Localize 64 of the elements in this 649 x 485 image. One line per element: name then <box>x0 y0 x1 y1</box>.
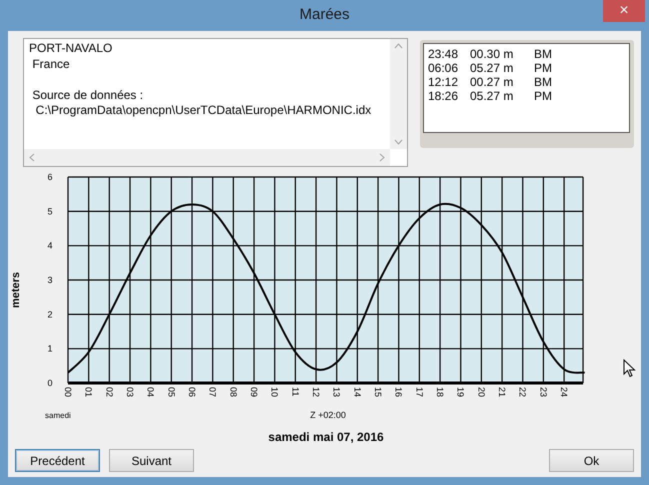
scroll-left-icon[interactable] <box>29 153 35 162</box>
mouse-cursor-icon <box>623 359 636 378</box>
y-tick-label: 5 <box>48 206 52 216</box>
tide-type: BM <box>534 47 553 61</box>
tide-time: 12:12 <box>428 75 460 89</box>
y-tick-label: 6 <box>48 172 52 182</box>
x-tick-label: 13 <box>332 387 342 398</box>
x-tick-label: 12 <box>311 387 322 398</box>
scroll-up-icon[interactable] <box>394 43 403 49</box>
tide-height: 00.27 m <box>470 75 514 89</box>
x-tick-label: 22 <box>518 387 528 398</box>
x-tick-label: 03 <box>125 387 135 398</box>
vertical-scrollbar[interactable] <box>390 39 407 149</box>
tide-type: PM <box>534 89 553 103</box>
y-tick-label: 4 <box>48 240 52 251</box>
tide-time: 06:06 <box>428 61 460 75</box>
scroll-right-icon[interactable] <box>379 153 385 162</box>
y-tick-label: 0 <box>48 378 52 388</box>
dialog-button[interactable]: Ok <box>549 449 634 472</box>
x-tick-label: 07 <box>208 387 218 398</box>
x-tick-label: 18 <box>435 387 446 398</box>
x-tick-label: 16 <box>394 387 404 398</box>
tide-type: PM <box>534 61 553 75</box>
window-title: Marées <box>299 5 350 26</box>
x-tick-label: 14 <box>352 387 362 398</box>
x-tick-label: 19 <box>456 387 466 398</box>
x-tick-label: 04 <box>146 387 156 398</box>
x-tick-label: 15 <box>373 387 384 398</box>
day-label: samedi <box>45 411 71 420</box>
x-tick-label: 17 <box>414 387 424 398</box>
x-tick-label: 20 <box>476 387 486 398</box>
y-axis-label: meters <box>10 272 22 308</box>
tide-height: 00.30 m <box>470 47 514 61</box>
x-tick-label: 08 <box>228 387 238 398</box>
station-info-line: C:\ProgramData\opencpn\UserTCData\Europe\HARMONIC.idx <box>34 103 372 118</box>
x-tick-label: 06 <box>187 387 198 398</box>
x-tick-label: 02 <box>104 387 114 398</box>
dialog-button[interactable]: Suivant <box>109 449 194 472</box>
x-tick-label: 10 <box>270 387 280 398</box>
timezone-label: Z +02:00 <box>310 410 346 420</box>
tide-type: BM <box>534 75 553 89</box>
y-tick-label: 2 <box>48 309 52 320</box>
tide-height: 05.27 m <box>470 61 514 75</box>
station-info-line: PORT-NAVALO <box>29 41 112 56</box>
x-tick-label: 05 <box>166 387 176 398</box>
x-tick-label: 24 <box>559 387 570 398</box>
x-tick-label: 23 <box>538 387 548 398</box>
chart-title: samedi mai 07, 2016 <box>268 430 384 444</box>
dialog-button[interactable]: Precédent <box>15 449 100 472</box>
station-info-line: Source de données : <box>31 88 144 103</box>
tide-time: 18:26 <box>428 89 460 103</box>
station-info-line: France <box>31 56 70 72</box>
close-button[interactable]: × <box>603 0 645 22</box>
tide-height: 05.27 m <box>470 89 514 103</box>
y-tick-label: 3 <box>48 275 52 285</box>
x-tick-label: 11 <box>290 387 300 396</box>
x-tick-label: 01 <box>84 387 94 398</box>
y-tick-label: 1 <box>48 344 52 354</box>
x-tick-label: 21 <box>497 387 508 398</box>
x-tick-label: 09 <box>249 387 260 398</box>
horizontal-scrollbar[interactable] <box>24 149 390 166</box>
scroll-down-icon[interactable] <box>394 139 403 145</box>
tide-time: 23:48 <box>428 47 460 61</box>
x-tick-label: 00 <box>63 387 73 398</box>
